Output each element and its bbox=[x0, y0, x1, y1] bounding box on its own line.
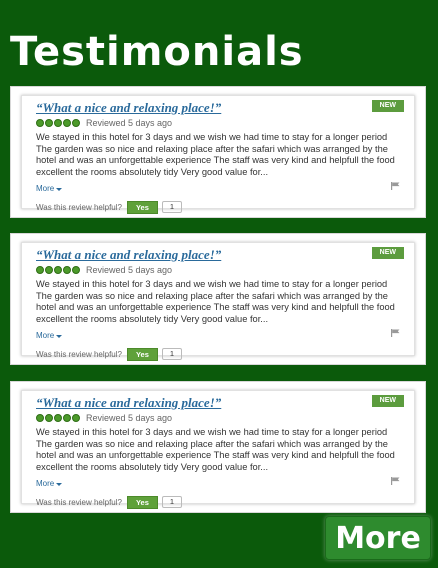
rating-bubble-icon bbox=[63, 414, 71, 422]
more-link[interactable]: More bbox=[36, 184, 63, 194]
more-link-label: More bbox=[36, 184, 55, 194]
review-title-link[interactable]: “What a nice and relaxing place!” bbox=[36, 395, 336, 411]
review-text: We stayed in this hotel for 3 days and w… bbox=[36, 279, 395, 324]
helpful-count: 1 bbox=[161, 201, 183, 214]
more-link-label: More bbox=[36, 331, 55, 341]
more-link[interactable]: More bbox=[36, 479, 63, 489]
caret-down-icon bbox=[56, 482, 63, 486]
helpful-row: Was this review helpful? Yes 1 bbox=[36, 495, 404, 509]
helpful-label: Was this review helpful? bbox=[36, 202, 122, 212]
rating-bubble-icon bbox=[36, 119, 44, 127]
helpful-label: Was this review helpful? bbox=[36, 497, 122, 507]
review-card: “What a nice and relaxing place!” NEW Re… bbox=[10, 86, 426, 218]
helpful-count: 1 bbox=[161, 348, 183, 361]
review-panel: “What a nice and relaxing place!” NEW Re… bbox=[21, 95, 415, 214]
rating-bubble-icon bbox=[45, 414, 53, 422]
review-title-link[interactable]: “What a nice and relaxing place!” bbox=[36, 247, 336, 263]
flag-icon[interactable] bbox=[391, 477, 400, 485]
helpful-label: Was this review helpful? bbox=[36, 349, 122, 359]
rating-row: Reviewed 5 days ago bbox=[36, 412, 404, 424]
rating-bubbles bbox=[36, 414, 80, 422]
flag-icon[interactable] bbox=[391, 182, 400, 190]
review-text: We stayed in this hotel for 3 days and w… bbox=[36, 427, 395, 472]
new-badge: NEW bbox=[371, 247, 404, 259]
rating-bubble-icon bbox=[54, 414, 62, 422]
reviewed-date: Reviewed 5 days ago bbox=[86, 265, 173, 275]
review-card: “What a nice and relaxing place!” NEW Re… bbox=[10, 381, 426, 513]
helpful-yes-button[interactable]: Yes bbox=[126, 347, 158, 361]
helpful-count: 1 bbox=[161, 496, 183, 509]
new-badge: NEW bbox=[371, 395, 404, 407]
rating-bubble-icon bbox=[36, 414, 44, 422]
rating-bubble-icon bbox=[36, 266, 44, 274]
flag-icon[interactable] bbox=[391, 329, 400, 337]
rating-bubble-icon bbox=[45, 119, 53, 127]
review-title-link[interactable]: “What a nice and relaxing place!” bbox=[36, 100, 336, 116]
rating-bubble-icon bbox=[54, 266, 62, 274]
rating-bubble-icon bbox=[72, 266, 80, 274]
review-panel: “What a nice and relaxing place!” NEW Re… bbox=[21, 390, 415, 509]
helpful-row: Was this review helpful? Yes 1 bbox=[36, 200, 404, 214]
rating-bubble-icon bbox=[63, 266, 71, 274]
helpful-row: Was this review helpful? Yes 1 bbox=[36, 347, 404, 361]
rating-row: Reviewed 5 days ago bbox=[36, 117, 404, 129]
more-testimonials-button[interactable]: More bbox=[325, 516, 431, 560]
reviewed-date: Reviewed 5 days ago bbox=[86, 118, 173, 128]
reviewed-date: Reviewed 5 days ago bbox=[86, 413, 173, 423]
rating-bubbles bbox=[36, 266, 80, 274]
more-link[interactable]: More bbox=[36, 331, 63, 341]
new-badge: NEW bbox=[371, 100, 404, 112]
helpful-yes-button[interactable]: Yes bbox=[126, 495, 158, 509]
review-card: “What a nice and relaxing place!” NEW Re… bbox=[10, 233, 426, 365]
rating-row: Reviewed 5 days ago bbox=[36, 264, 404, 276]
rating-bubble-icon bbox=[72, 414, 80, 422]
rating-bubble-icon bbox=[63, 119, 71, 127]
review-text: We stayed in this hotel for 3 days and w… bbox=[36, 132, 395, 177]
rating-bubbles bbox=[36, 119, 80, 127]
rating-bubble-icon bbox=[54, 119, 62, 127]
caret-down-icon bbox=[56, 334, 63, 338]
helpful-yes-button[interactable]: Yes bbox=[126, 200, 158, 214]
review-panel: “What a nice and relaxing place!” NEW Re… bbox=[21, 242, 415, 361]
rating-bubble-icon bbox=[72, 119, 80, 127]
more-link-label: More bbox=[36, 479, 55, 489]
caret-down-icon bbox=[56, 187, 63, 191]
rating-bubble-icon bbox=[45, 266, 53, 274]
page-title: Testimonials bbox=[10, 29, 304, 75]
